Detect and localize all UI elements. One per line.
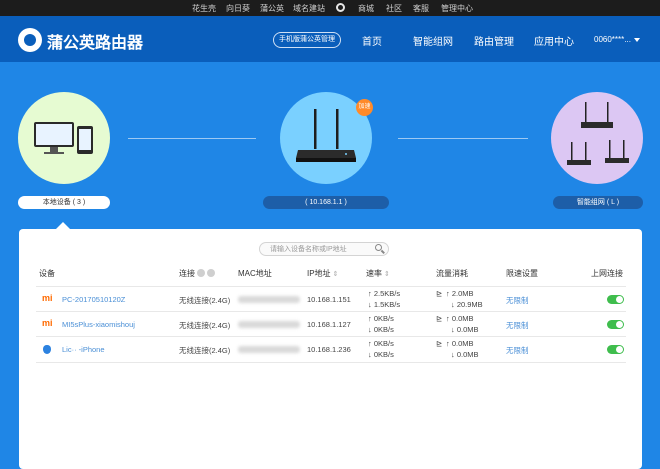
header-ip-label: IP地址 (307, 269, 331, 278)
topbar-link-community[interactable]: 社区 (386, 3, 402, 14)
table-row[interactable]: Lic·· -iPhone 无线连接(2.4G) 10.168.1.236 ↑ … (36, 336, 626, 363)
device-name[interactable]: MI5sPlus-xiaomishouj (62, 320, 135, 329)
header-mac: MAC地址 (238, 269, 272, 278)
topbar-link-shop[interactable]: 商城 (358, 3, 374, 14)
speed-limit-link[interactable]: 无限制 (506, 295, 529, 306)
nav-smart-network[interactable]: 智能组网 (413, 33, 453, 48)
header-connection-label: 连接 (179, 269, 195, 278)
mesh-network-node[interactable] (551, 92, 643, 184)
wired-filter-icon[interactable] (197, 269, 205, 277)
nav-home[interactable]: 首页 (362, 33, 382, 48)
chart-icon[interactable]: ⊵ (436, 314, 442, 323)
connection-type: 无线连接(2.4G) (179, 321, 231, 330)
table-row[interactable]: mi MI5sPlus-xiaomishouj 无线连接(2.4G) 10.16… (36, 311, 626, 337)
search-icon[interactable] (375, 244, 382, 251)
device-list-panel: 请输入设备名称或IP地址 设备 连接 MAC地址 IP地址 ⇕ 速率 ⇕ 流量消耗 … (19, 229, 642, 469)
mac-address-blurred (238, 296, 300, 303)
mobile-manager-button[interactable]: 手机版蒲公英管理 (273, 32, 341, 48)
ip-address: 10.168.1.236 (307, 345, 351, 354)
chart-icon[interactable]: ⊵ (436, 339, 442, 348)
header-speed-label: 速率 (366, 269, 382, 278)
connection-type: 无线连接(2.4G) (179, 296, 231, 305)
search-wrapper (259, 242, 389, 256)
topbar-link-domain[interactable]: 域名建站 (293, 3, 325, 14)
connector-line-right (398, 138, 528, 139)
header-traffic: 流量消耗 (436, 269, 468, 278)
traffic-download: ↓ 0.0MB (451, 325, 479, 334)
download-speed: ↓ 0KB/s (368, 325, 394, 334)
sort-icon: ⇕ (384, 271, 390, 278)
header-speed[interactable]: 速率 ⇕ (366, 268, 390, 279)
router-ip-label[interactable]: ( 10.168.1.1 ) (263, 196, 389, 209)
topbar-link-admin[interactable]: 管理中心 (441, 3, 473, 14)
xiaomi-icon: mi (42, 318, 53, 328)
chart-icon[interactable]: ⊵ (436, 289, 442, 298)
traffic-upload: ↑ 2.0MB (446, 289, 474, 298)
internet-toggle[interactable] (607, 345, 624, 354)
computer-devices-icon (34, 122, 93, 154)
sort-icon: ⇕ (332, 271, 339, 278)
mac-address-blurred (238, 321, 300, 328)
device-name[interactable]: Lic·· -iPhone (62, 345, 105, 354)
nav-router-management[interactable]: 路由管理 (474, 33, 514, 48)
local-devices-node[interactable] (18, 92, 110, 184)
upload-speed: ↑ 2.5KB/s (368, 289, 401, 298)
traffic-upload: ↑ 0.0MB (446, 314, 474, 323)
speed-limit-link[interactable]: 无限制 (506, 320, 529, 331)
traffic-upload: ↑ 0.0MB (446, 339, 474, 348)
xiaomi-icon: mi (42, 293, 53, 303)
table-row[interactable]: mi PC-20170510120Z 无线连接(2.4G) 10.168.1.1… (36, 286, 626, 312)
header-ip[interactable]: IP地址 ⇕ (307, 268, 338, 279)
connector-line-left (128, 138, 256, 139)
ip-address: 10.168.1.151 (307, 295, 351, 304)
traffic-download: ↓ 20.9MB (451, 300, 483, 309)
local-devices-label[interactable]: 本地设备 ( 3 ) (18, 196, 110, 209)
brand-logo-icon[interactable] (18, 28, 42, 52)
apple-icon (43, 345, 51, 354)
header-limit: 限速设置 (506, 269, 538, 278)
speed-limit-link[interactable]: 无限制 (506, 345, 529, 356)
traffic-download: ↓ 0.0MB (451, 350, 479, 359)
topbar-link-huashengke[interactable]: 花生壳 (192, 3, 216, 14)
header-device: 设备 (39, 269, 55, 278)
header-online: 上网连接 (591, 269, 623, 278)
internet-toggle[interactable] (607, 320, 624, 329)
topbar-link-pugongying[interactable]: 蒲公英 (260, 3, 284, 14)
top-links-bar: 花生壳 向日葵 蒲公英 域名建站 商城 社区 客服 管理中心 (0, 0, 660, 16)
download-speed: ↓ 1.5KB/s (368, 300, 401, 309)
ip-address: 10.168.1.127 (307, 320, 351, 329)
mesh-network-label[interactable]: 智能组网 ( L ) (553, 196, 643, 209)
internet-toggle[interactable] (607, 295, 624, 304)
panel-pointer (56, 222, 70, 229)
connection-type: 无线连接(2.4G) (179, 346, 231, 355)
mac-address-blurred (238, 346, 300, 353)
speed-badge[interactable]: 加速 (356, 99, 373, 116)
circle-icon[interactable] (336, 3, 345, 12)
main-header: 蒲公英路由器 手机版蒲公英管理 首页 智能组网 路由管理 应用中心 0060**… (0, 16, 660, 62)
user-account-name: 0060****... (594, 35, 631, 44)
upload-speed: ↑ 0KB/s (368, 314, 394, 323)
download-speed: ↓ 0KB/s (368, 350, 394, 359)
topbar-link-xiangrikui[interactable]: 向日葵 (226, 3, 250, 14)
topbar-link-service[interactable]: 客服 (413, 3, 429, 14)
brand-title: 蒲公英路由器 (47, 35, 144, 52)
chevron-down-icon (633, 37, 640, 42)
user-account-menu[interactable]: 0060****... (594, 35, 640, 44)
device-name[interactable]: PC-20170510120Z (62, 295, 125, 304)
nav-app-center[interactable]: 应用中心 (534, 33, 574, 48)
upload-speed: ↑ 0KB/s (368, 339, 394, 348)
header-connection: 连接 (179, 268, 215, 279)
wireless-filter-icon[interactable] (207, 269, 215, 277)
mesh-routers-icon (567, 102, 629, 165)
